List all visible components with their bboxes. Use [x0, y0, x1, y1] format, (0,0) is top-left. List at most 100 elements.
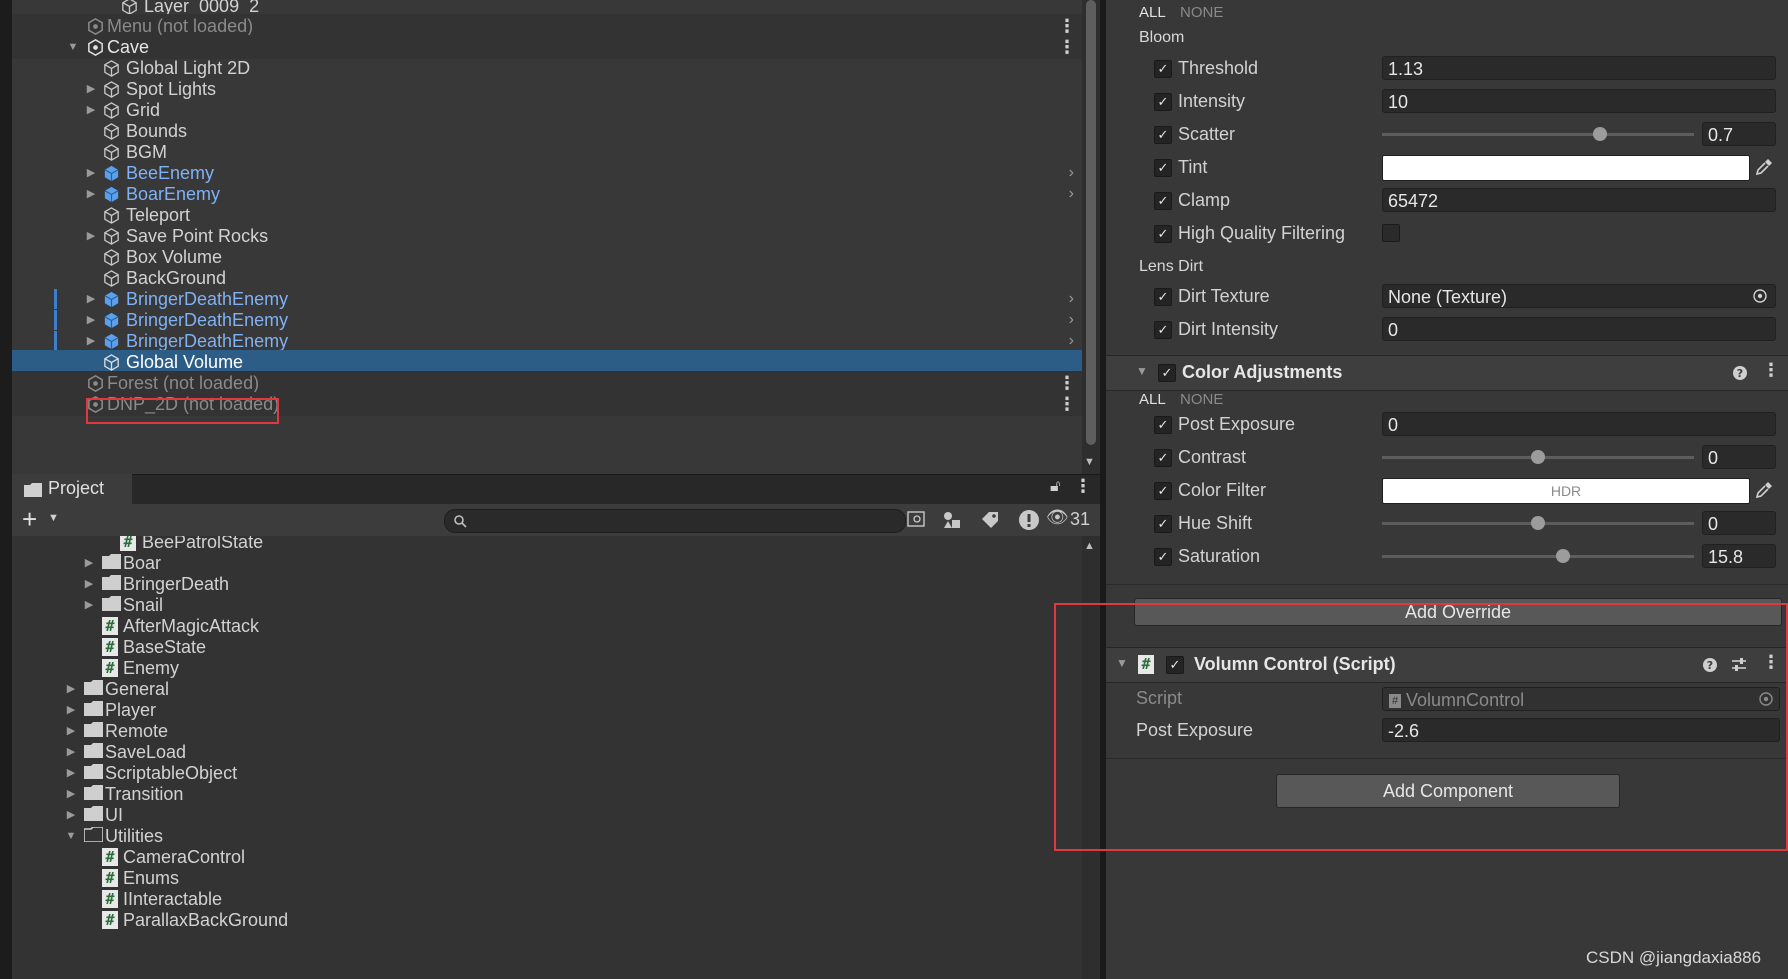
lock-icon[interactable]: 🔓︎ [1050, 478, 1060, 496]
folder-icon [84, 680, 103, 695]
post-exposure-override-checkbox[interactable]: ✓ [1154, 416, 1172, 434]
color-filter-override-checkbox[interactable]: ✓ [1154, 482, 1172, 500]
eyedropper-icon[interactable] [1754, 480, 1774, 500]
override-marker [54, 289, 57, 309]
dropdown-arrow-icon[interactable]: ▼ [48, 512, 59, 524]
intensity-field[interactable]: 10 [1382, 89, 1776, 113]
field-label: High Quality Filtering [1178, 223, 1346, 243]
dirt-intensity-override-checkbox[interactable]: ✓ [1154, 321, 1172, 339]
folder-icon [102, 596, 121, 611]
tab-label: Project [48, 478, 105, 498]
script-icon: # [102, 617, 118, 635]
scatter-override-checkbox[interactable]: ✓ [1154, 126, 1172, 144]
search-input[interactable] [444, 509, 906, 533]
field-label: Intensity [1178, 91, 1246, 111]
prefab-icon [104, 165, 119, 182]
script-icon: # [102, 890, 118, 908]
lens-dirt-section-label: Lens Dirt [1139, 258, 1204, 275]
contrast-override-checkbox[interactable]: ✓ [1154, 449, 1172, 467]
threshold-field[interactable]: 1.13 [1382, 56, 1776, 80]
gameobject-icon [104, 249, 119, 266]
bloom-none-toggle[interactable]: NONE [1180, 4, 1223, 21]
saturation-slider-knob[interactable] [1555, 549, 1570, 563]
gameobject-icon [104, 144, 119, 161]
highlight-volumn-control [1054, 603, 1788, 851]
script-icon: # [102, 911, 118, 929]
threshold-override-checkbox[interactable]: ✓ [1154, 60, 1172, 78]
color-adj-none-toggle[interactable]: NONE [1180, 391, 1223, 408]
field-label: Hue Shift [1178, 513, 1253, 533]
saturation-slider-track[interactable] [1382, 555, 1694, 558]
dirt-texture-override-checkbox[interactable]: ✓ [1154, 288, 1172, 306]
color-adj-all-toggle[interactable]: ALL [1139, 391, 1166, 408]
post-exposure-field[interactable]: 0 [1382, 412, 1776, 436]
separator [1106, 584, 1788, 585]
color-filter-field[interactable]: HDR [1382, 478, 1750, 504]
object-picker-icon[interactable] [1752, 288, 1768, 304]
gameobject-icon [104, 270, 119, 287]
bloom-all-toggle[interactable]: ALL [1139, 4, 1166, 21]
tint-color-field[interactable] [1382, 155, 1750, 181]
override-marker [54, 331, 57, 351]
hq-override-checkbox[interactable]: ✓ [1154, 225, 1172, 243]
add-asset-button[interactable]: + [22, 505, 37, 533]
hierarchy-scrollbar-thumb[interactable] [1086, 0, 1096, 445]
tab-project[interactable]: Project [12, 474, 132, 504]
clamp-field[interactable]: 65472 [1382, 188, 1776, 212]
folder-icon [102, 554, 121, 569]
highlight-global-volume [86, 398, 279, 424]
folder-icon [84, 722, 103, 737]
project-asset-tree: # BeePatrolState ▶ Boar ▶ BringerDeath ▶… [12, 536, 1082, 979]
folder-icon [84, 764, 103, 779]
tint-override-checkbox[interactable]: ✓ [1154, 159, 1172, 177]
hue-shift-slider-knob[interactable] [1531, 516, 1545, 530]
search-icon [454, 515, 467, 528]
hue-shift-field[interactable]: 0 [1702, 511, 1776, 535]
hidden-count: 31 [1070, 509, 1091, 529]
folder-icon [84, 785, 103, 800]
eyedropper-icon[interactable] [1754, 157, 1774, 177]
scatter-field[interactable]: 0.7 [1702, 122, 1776, 146]
color-adjustments-enabled-checkbox[interactable]: ✓ [1158, 364, 1176, 382]
clamp-override-checkbox[interactable]: ✓ [1154, 192, 1172, 210]
field-label: Scatter [1178, 124, 1236, 144]
more-menu-icon[interactable]: ⋮ [1058, 392, 1076, 416]
saturation-override-checkbox[interactable]: ✓ [1154, 548, 1172, 566]
dirt-intensity-field[interactable]: 0 [1382, 317, 1776, 341]
intensity-override-checkbox[interactable]: ✓ [1154, 93, 1172, 111]
expand-arrow-icon[interactable]: ▶ [82, 593, 96, 617]
gameobject-icon [104, 81, 119, 98]
more-menu-icon[interactable]: ⋮ [1762, 360, 1780, 381]
help-icon[interactable]: ? [1732, 365, 1748, 381]
folder-open-icon [84, 827, 103, 842]
scatter-slider-track[interactable] [1382, 133, 1694, 136]
scroll-down-arrow-icon[interactable]: ▼ [1084, 456, 1095, 468]
contrast-field[interactable]: 0 [1702, 445, 1776, 469]
more-menu-icon[interactable]: ⋮ [1074, 476, 1092, 497]
object-field-value: None (Texture) [1388, 287, 1508, 307]
scene-view-edge [0, 0, 12, 979]
hq-filtering-checkbox[interactable] [1382, 224, 1400, 242]
field-label: Dirt Intensity [1178, 319, 1279, 339]
filter-by-label-icon[interactable] [980, 510, 1000, 530]
watermark-text: CSDN @jiangdaxia886 [1586, 948, 1762, 967]
hue-shift-override-checkbox[interactable]: ✓ [1154, 515, 1172, 533]
collapse-arrow-icon[interactable]: ▼ [64, 824, 78, 848]
filter-by-log-icon[interactable] [1018, 509, 1040, 531]
foldout-arrow-icon[interactable]: ▼ [1136, 364, 1148, 378]
filter-by-type-icon[interactable] [942, 510, 962, 530]
color-adjustments-header[interactable]: ▼ ✓ Color Adjustments ? ⋮ [1106, 355, 1788, 391]
saturation-field[interactable]: 15.8 [1702, 544, 1776, 568]
gameobject-icon [104, 354, 119, 371]
contrast-slider-knob[interactable] [1531, 450, 1545, 464]
hidden-packages-icon[interactable]: 👁︎ [1046, 507, 1069, 528]
gameobject-icon [104, 207, 119, 224]
scroll-up-arrow-icon[interactable]: ▲ [1084, 540, 1095, 552]
asset-label: ParallaxBackGround [123, 910, 289, 930]
field-label: Contrast [1178, 447, 1247, 467]
dirt-texture-object-field[interactable]: None (Texture) [1382, 284, 1776, 308]
folder-icon [84, 743, 103, 758]
override-marker [54, 310, 57, 330]
search-scope-icon[interactable] [906, 510, 928, 530]
field-label: Post Exposure [1178, 414, 1296, 434]
